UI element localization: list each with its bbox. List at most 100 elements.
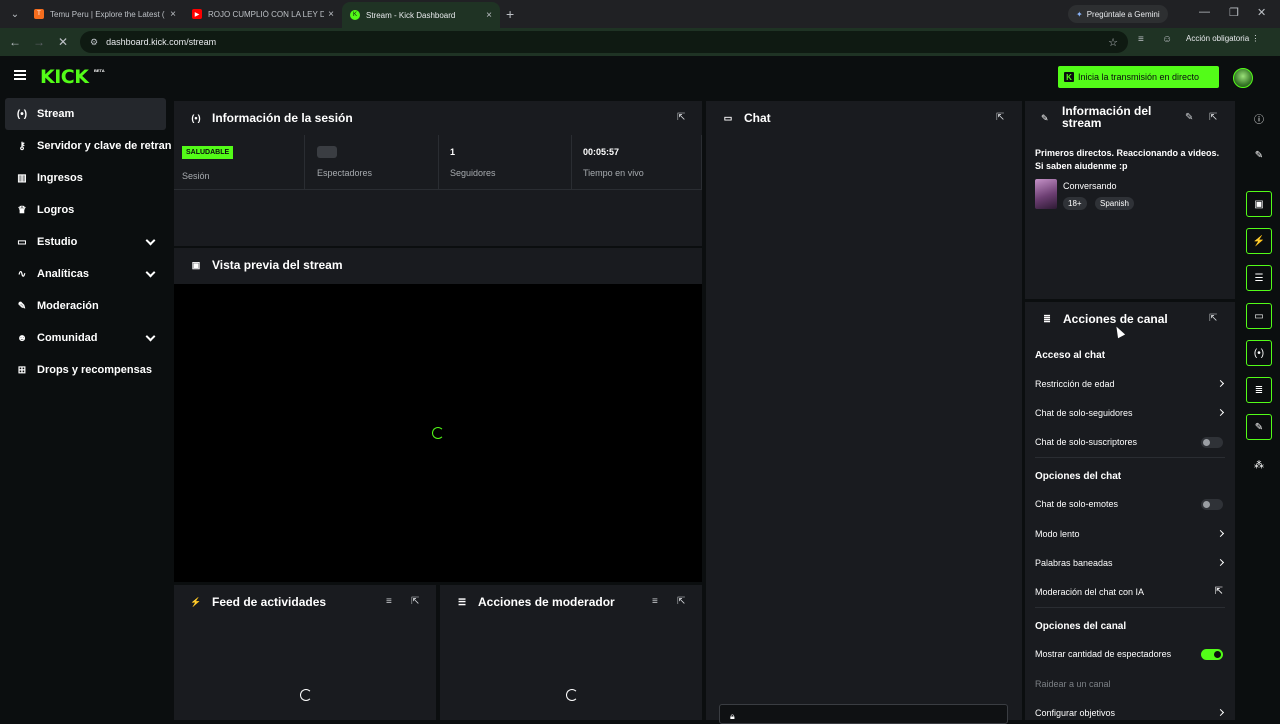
sidebar-item-studio[interactable]: ▭ Estudio — [0, 226, 172, 258]
external-link-icon: ⇱ — [1214, 586, 1223, 597]
new-tab-button[interactable]: + — [506, 6, 514, 22]
reading-list-icon[interactable]: ≡ — [1138, 34, 1144, 45]
sidebar-item-stream[interactable]: (•) Stream — [5, 98, 166, 130]
close-tab-icon[interactable]: × — [170, 9, 176, 20]
tag-badge: Spanish — [1095, 197, 1134, 210]
divider — [1035, 607, 1225, 608]
sidebar-item-label: Moderación — [37, 300, 99, 312]
sidebar-item-achievements[interactable]: ♛ Logros — [0, 194, 172, 226]
extensions-icon[interactable]: ☺ — [1162, 34, 1172, 45]
sidebar-item-drops[interactable]: ⊞ Drops y recompensas — [0, 354, 172, 386]
channel-actions-header: ≣ Acciones de canal — [1025, 302, 1235, 336]
row-label: Palabras baneadas — [1035, 558, 1113, 568]
emotes-only-toggle[interactable] — [1201, 499, 1223, 510]
sidebar-item-label: Estudio — [37, 236, 78, 248]
viewers-stat: Espectadores — [305, 135, 439, 189]
close-tab-icon[interactable]: × — [486, 10, 492, 21]
category-thumbnail[interactable] — [1035, 179, 1057, 209]
gemini-icon: ✦ — [1076, 9, 1083, 19]
tab-title: ROJO CUMPLIÓ CON LA LEY DE — [208, 9, 325, 19]
pop-out-icon[interactable]: ⇱ — [1209, 112, 1217, 123]
pop-out-icon[interactable]: ⇱ — [1209, 313, 1217, 324]
banned-words-row[interactable]: Palabras baneadas — [1035, 553, 1225, 573]
sidebar-item-community[interactable]: ☻ Comunidad — [0, 322, 172, 354]
right-rail: ⓘ ✎ ▣ ⚡ ☰ ▭ (•) ≣ ✎ ⁂ — [1238, 98, 1280, 720]
show-viewer-count-toggle[interactable] — [1201, 649, 1223, 660]
filter-icon[interactable]: ≡ — [652, 596, 658, 607]
broadcast-icon[interactable]: (•) — [1246, 340, 1272, 366]
pop-out-icon[interactable]: ⇱ — [411, 596, 419, 607]
stat-label: Sesión — [182, 171, 210, 181]
site-settings-icon[interactable]: ⚙ — [90, 37, 98, 48]
section-title: Opciones del chat — [1035, 471, 1122, 482]
tab-search-icon[interactable]: ⌄ — [4, 4, 26, 24]
live-time-stat: 00:05:57 Tiempo en vivo — [572, 135, 702, 189]
mod-actions-header: ☰ Acciones de moderador — [440, 585, 702, 619]
configure-goals-row[interactable]: Configurar objetivos — [1035, 703, 1225, 723]
row-label: Raidear a un canal — [1035, 679, 1111, 689]
close-tab-icon[interactable]: × — [328, 9, 334, 20]
slow-mode-row[interactable]: Modo lento — [1035, 524, 1225, 544]
sidebar-item-label: Comunidad — [37, 332, 98, 344]
pop-out-icon[interactable]: ⇱ — [677, 112, 685, 123]
bookmark-star-icon[interactable]: ☆ — [1108, 36, 1118, 49]
browser-tab-youtube[interactable]: ▶ ROJO CUMPLIÓ CON LA LEY DE × — [184, 0, 342, 28]
sidebar-item-moderation[interactable]: ✎ Moderación — [0, 290, 172, 322]
row-label: Restricción de edad — [1035, 379, 1115, 389]
pop-out-icon[interactable]: ⇱ — [996, 112, 1004, 123]
reload-icon[interactable]: ✕ — [51, 35, 75, 49]
raid-channel-row[interactable]: Raidear a un canal — [1035, 674, 1225, 694]
gemini-button[interactable]: ✦ Pregúntale a Gemini — [1068, 5, 1168, 23]
edit-pencil-icon[interactable]: ✎ — [1246, 142, 1272, 168]
ai-moderation-row[interactable]: Moderación del chat con IA ⇱ — [1035, 582, 1225, 602]
activity-feed-panel: ⚡ Feed de actividades ≡ ⇱ — [174, 585, 436, 720]
kick-logo[interactable]: KICK — [40, 66, 89, 88]
chat-input[interactable]: 🔒︎ — [719, 704, 1008, 724]
forward-icon[interactable]: → — [27, 35, 51, 49]
preview-icon[interactable]: ▣ — [1246, 191, 1272, 217]
category-name[interactable]: Conversando — [1063, 181, 1117, 191]
followers-only-row[interactable]: Chat de solo-seguidores — [1035, 403, 1225, 423]
analytics-icon: ∿ — [17, 268, 27, 280]
list-icon[interactable]: ☰ — [1246, 265, 1272, 291]
mod-actions-panel: ☰ Acciones de moderador ≡ ⇱ — [440, 585, 702, 720]
age-restriction-row[interactable]: Restricción de edad — [1035, 374, 1225, 394]
row-label: Configurar objetivos — [1035, 708, 1116, 718]
wrench-icon[interactable]: ✎ — [1246, 414, 1272, 440]
studio-icon: ▭ — [17, 236, 27, 248]
edit-pencil-icon[interactable]: ✎ — [1185, 112, 1193, 123]
server-icon[interactable]: ≣ — [1246, 377, 1272, 403]
close-window-icon[interactable]: ✕ — [1257, 6, 1266, 19]
chevron-right-icon — [1216, 529, 1225, 538]
section-title: Opciones del canal — [1035, 621, 1127, 632]
browser-tab-bar: ⌄ T Temu Peru | Explore the Latest ( × ▶… — [0, 0, 1280, 28]
widgets-icon[interactable]: ⁂ — [1246, 452, 1272, 478]
menu-icon[interactable] — [14, 70, 26, 80]
filter-icon[interactable]: ≡ — [386, 596, 392, 607]
minimize-icon[interactable]: — — [1199, 6, 1210, 18]
info-icon[interactable]: ⓘ — [1246, 105, 1272, 131]
sidebar-item-server-key[interactable]: ⚷ Servidor y clave de retransmisión — [0, 130, 172, 162]
video-player[interactable] — [174, 284, 702, 582]
chat-icon[interactable]: ▭ — [1246, 303, 1272, 329]
browser-tab-temu[interactable]: T Temu Peru | Explore the Latest ( × — [26, 0, 184, 28]
chevron-right-icon — [1216, 708, 1225, 717]
go-live-button[interactable]: K Inicia la transmisión en directo — [1058, 66, 1219, 88]
row-label: Chat de solo-suscriptores — [1035, 437, 1138, 447]
back-icon[interactable]: ← — [3, 35, 27, 49]
user-avatar[interactable] — [1233, 68, 1253, 88]
row-label: Mostrar cantidad de espectadores — [1035, 649, 1172, 659]
preview-icon: ▣ — [191, 259, 201, 270]
chevron-right-icon — [1216, 558, 1225, 567]
sidebar-item-analytics[interactable]: ∿ Analíticas — [0, 258, 172, 290]
emotes-only-row: Chat de solo-emotes — [1035, 494, 1225, 514]
address-bar[interactable]: ⚙ dashboard.kick.com/stream ☆ — [80, 31, 1128, 53]
lightning-icon[interactable]: ⚡ — [1246, 228, 1272, 254]
sidebar-item-revenue[interactable]: ▥ Ingresos — [0, 162, 172, 194]
mandatory-action-button[interactable]: Acción obligatoria ⋮ — [1186, 34, 1259, 43]
pop-out-icon[interactable]: ⇱ — [677, 596, 685, 607]
section-title: Acceso al chat — [1035, 350, 1106, 361]
subscribers-only-toggle[interactable] — [1201, 437, 1223, 448]
browser-tab-kick[interactable]: K Stream - Kick Dashboard × — [342, 2, 500, 28]
maximize-icon[interactable]: ❐ — [1229, 6, 1239, 19]
